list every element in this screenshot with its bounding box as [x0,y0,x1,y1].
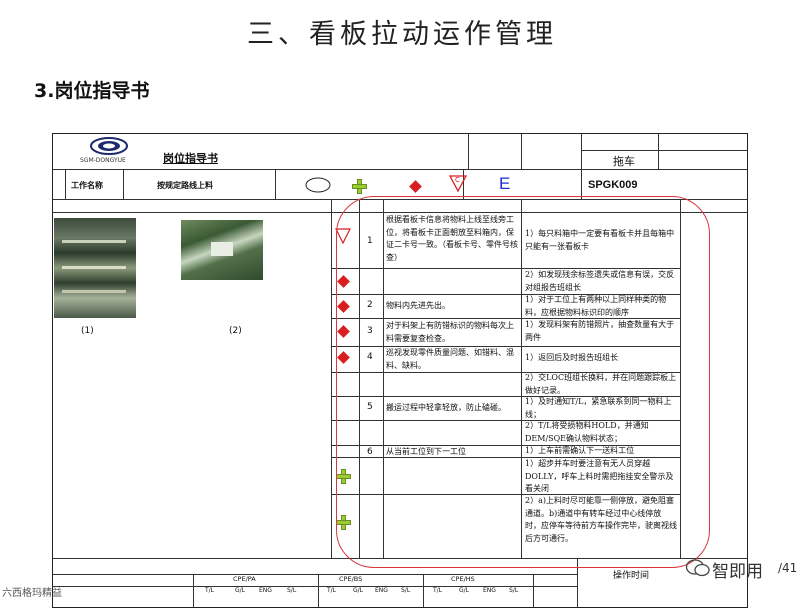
foot-col-4 [533,574,534,607]
footer-group-1: CPE/PA [233,575,256,583]
hdr-col-c [581,134,582,199]
footer-col-gl-2: G/L [353,587,364,594]
page-number: /41 [778,561,798,575]
grade-letter: E [499,174,511,193]
footer-col-sl-1: S/L [287,587,297,594]
quality-diamond-icon [409,180,422,193]
photo-1 [54,218,136,318]
footer-group-3: CPE/HS [451,575,475,583]
safety-cross-icon [352,179,367,194]
footer-col-tl-2: T/L [327,587,337,594]
operation-time-label: 操作时间 [613,571,650,581]
foot-col-1 [193,574,194,607]
station-name: 拖车 [613,155,635,168]
foot-col-2 [318,574,319,607]
footer-col-tl-3: T/L [433,587,443,594]
watermark-left: 六西格玛精益 [2,588,62,599]
photo-2 [181,220,263,280]
hdr-col-a [468,134,469,169]
doc-title: 岗位指导书 [163,152,218,165]
hdr-col-d [658,134,659,169]
footer-col-gl-3: G/L [459,587,470,594]
footer-col-sl-2: S/L [401,587,411,594]
hdr-col-f [123,169,124,199]
wechat-icon [685,559,710,577]
foot-col-3 [423,574,424,607]
hdr-col-b [521,134,522,169]
highlight-box [336,196,710,568]
footer-col-tl-1: T/L [205,587,215,594]
doc-number: SPGK009 [588,179,638,191]
photo-2-label: (2) [229,326,242,336]
hdr-sub-rule [581,150,747,151]
hdr-col-g [275,169,276,199]
work-name-value: 按规定路线上料 [157,180,213,190]
slide-title: 三、看板拉动运作管理 [247,19,557,50]
footer-group-2: CPE/BS [339,575,363,583]
company-logo-icon [90,137,128,155]
symbol-c: C [455,176,460,184]
section-title: 3.岗位指导书 [34,80,150,102]
footer-rule-2 [53,574,577,575]
oval-symbol-icon [305,177,331,193]
footer-col-eng-3: ENG [483,587,496,594]
footer-col-gl-1: G/L [235,587,246,594]
hdr-col-e [65,169,66,199]
photo-1-label: (1) [81,326,94,336]
header-rule-1 [53,169,747,170]
work-name-label: 工作名称 [71,180,103,190]
footer-col-eng-2: ENG [375,587,388,594]
logo-text: SGM-DONGYUE [80,157,126,164]
footer-col-sl-3: S/L [509,587,519,594]
footer-col-eng-1: ENG [259,587,272,594]
watermark-right: 智即用 [712,562,763,582]
footer-rule-3 [53,586,577,587]
col-photo-end [331,199,332,558]
